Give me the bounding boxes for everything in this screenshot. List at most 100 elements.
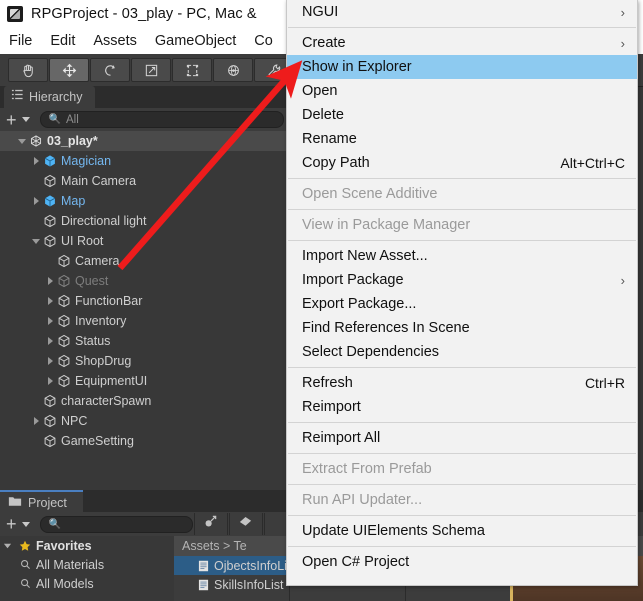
hierarchy-item-ui-root[interactable]: UI Root [0, 231, 290, 251]
menu-item-label: Open [302, 83, 338, 99]
menu-item-label: Find References In Scene [302, 320, 470, 336]
menu-item-open-c#-project[interactable]: Open C# Project [287, 550, 637, 574]
hierarchy-tree[interactable]: 03_play* Magician Main Camera Map Directiona… [0, 131, 290, 490]
hierarchy-item-label: Main Camera [61, 174, 137, 188]
menu-item-refresh[interactable]: Refresh Ctrl+R [287, 371, 637, 395]
move-tool-button[interactable] [49, 58, 89, 82]
hierarchy-search-input[interactable]: 🔍 All [39, 111, 284, 128]
hierarchy-item-main-camera[interactable]: Main Camera [0, 171, 290, 191]
favorite-all-materials[interactable]: All Materials [0, 555, 174, 574]
rect-tool-button[interactable] [172, 58, 212, 82]
gameobject-icon [42, 414, 58, 428]
chevron-right-icon[interactable] [44, 357, 56, 365]
menubar-item-gameobject[interactable]: GameObject [146, 28, 245, 54]
search-icon: 🔍 [48, 518, 61, 530]
tab-project-label: Project [28, 496, 67, 510]
hierarchy-item-equipmentui[interactable]: EquipmentUI [0, 371, 290, 391]
menu-item-shortcut: Alt+Ctrl+C [560, 155, 625, 171]
chevron-right-icon[interactable] [30, 157, 42, 165]
gameobject-icon [56, 314, 72, 328]
window-title: RPGProject - 03_play - PC, Mac & [31, 6, 257, 22]
gameobject-icon [42, 174, 58, 188]
menu-item-delete[interactable]: Delete [287, 103, 637, 127]
menu-item-export-package[interactable]: Export Package... [287, 292, 637, 316]
menu-item-label: Export Package... [302, 296, 417, 312]
menu-item-open[interactable]: Open [287, 79, 637, 103]
hierarchy-item-magician[interactable]: Magician [0, 151, 290, 171]
filter-by-type-button[interactable] [193, 513, 228, 535]
menubar-item-assets[interactable]: Assets [84, 28, 146, 54]
menu-item-reimport[interactable]: Reimport [287, 395, 637, 419]
hierarchy-item-label: EquipmentUI [75, 374, 148, 388]
menu-item-extract-from-prefab: Extract From Prefab [287, 457, 637, 481]
menu-item-reimport-all[interactable]: Reimport All [287, 426, 637, 450]
menu-item-label: Reimport All [302, 430, 381, 446]
chevron-down-icon[interactable] [16, 138, 28, 144]
menu-item-ngui[interactable]: NGUI › [287, 0, 637, 24]
hierarchy-item-map[interactable]: Map [0, 191, 290, 211]
move-icon [62, 63, 77, 78]
favorites-root[interactable]: Favorites [0, 536, 174, 555]
folder-icon [8, 494, 22, 512]
star-icon [18, 540, 32, 552]
menu-item-import-package[interactable]: Import Package › [287, 268, 637, 292]
menu-item-import-new-asset[interactable]: Import New Asset... [287, 244, 637, 268]
rotate-tool-button[interactable] [90, 58, 130, 82]
hierarchy-item-label: 03_play* [47, 134, 98, 148]
wrench-icon [267, 63, 282, 78]
menu-item-label: Open C# Project [302, 554, 410, 570]
filter-by-label-button[interactable] [228, 513, 263, 535]
transform-tool-button[interactable] [213, 58, 253, 82]
menu-separator [288, 209, 636, 210]
menu-item-show-in-explorer[interactable]: Show in Explorer [287, 55, 637, 79]
hand-tool-button[interactable] [8, 58, 48, 82]
favorite-all-models[interactable]: All Models [0, 574, 174, 593]
menu-item-create[interactable]: Create › [287, 31, 637, 55]
menu-separator [288, 484, 636, 485]
favorite-all-materials-label: All Materials [36, 557, 105, 572]
scale-icon [144, 63, 159, 78]
hierarchy-item-shopdrug[interactable]: ShopDrug [0, 351, 290, 371]
menu-item-copy-path[interactable]: Copy Path Alt+Ctrl+C [287, 151, 637, 175]
text-asset-icon [196, 579, 210, 591]
chevron-right-icon[interactable] [44, 337, 56, 345]
project-add-button[interactable]: + [6, 515, 17, 533]
menubar-item-component[interactable]: Co [245, 28, 282, 54]
menu-item-find-references-in-scene[interactable]: Find References In Scene [287, 316, 637, 340]
menu-item-label: Extract From Prefab [302, 461, 432, 477]
chevron-right-icon[interactable] [44, 277, 56, 285]
hierarchy-add-button[interactable]: + [6, 111, 17, 129]
favorite-all-models-label: All Models [36, 576, 94, 591]
chevron-down-icon[interactable] [21, 521, 30, 527]
hierarchy-item-functionbar[interactable]: FunctionBar [0, 291, 290, 311]
gameobject-icon [56, 254, 72, 268]
chevron-down-icon[interactable] [30, 238, 42, 244]
hierarchy-item-inventory[interactable]: Inventory [0, 311, 290, 331]
menu-item-label: View in Package Manager [302, 217, 471, 233]
hierarchy-item-gamesetting[interactable]: GameSetting [0, 431, 290, 451]
menu-item-select-dependencies[interactable]: Select Dependencies [287, 340, 637, 364]
menu-item-rename[interactable]: Rename [287, 127, 637, 151]
hierarchy-item-characterspawn[interactable]: characterSpawn [0, 391, 290, 411]
hierarchy-item-quest[interactable]: Quest [0, 271, 290, 291]
hierarchy-item-status[interactable]: Status [0, 331, 290, 351]
chevron-down-icon[interactable] [21, 117, 30, 122]
menu-item-update-uielements-schema[interactable]: Update UIElements Schema [287, 519, 637, 543]
assets-context-menu[interactable]: NGUI › Create › Show in Explorer Open Delete Re… [286, 0, 638, 586]
menubar-item-edit[interactable]: Edit [41, 28, 84, 54]
project-search-input[interactable]: 🔍 [39, 515, 193, 533]
tab-project[interactable]: Project [0, 490, 83, 514]
chevron-right-icon[interactable] [44, 377, 56, 385]
chevron-right-icon[interactable] [30, 417, 42, 425]
hierarchy-item-03-play[interactable]: 03_play* [0, 131, 290, 151]
tab-hierarchy[interactable]: Hierarchy [4, 86, 95, 108]
menubar-item-file[interactable]: File [0, 28, 41, 54]
hierarchy-item-label: characterSpawn [61, 394, 152, 408]
scale-tool-button[interactable] [131, 58, 171, 82]
hierarchy-item-npc[interactable]: NPC [0, 411, 290, 431]
chevron-right-icon[interactable] [30, 197, 42, 205]
hierarchy-item-camera[interactable]: Camera [0, 251, 290, 271]
chevron-right-icon[interactable] [44, 297, 56, 305]
chevron-right-icon[interactable] [44, 317, 56, 325]
hierarchy-item-directional-light[interactable]: Directional light [0, 211, 290, 231]
